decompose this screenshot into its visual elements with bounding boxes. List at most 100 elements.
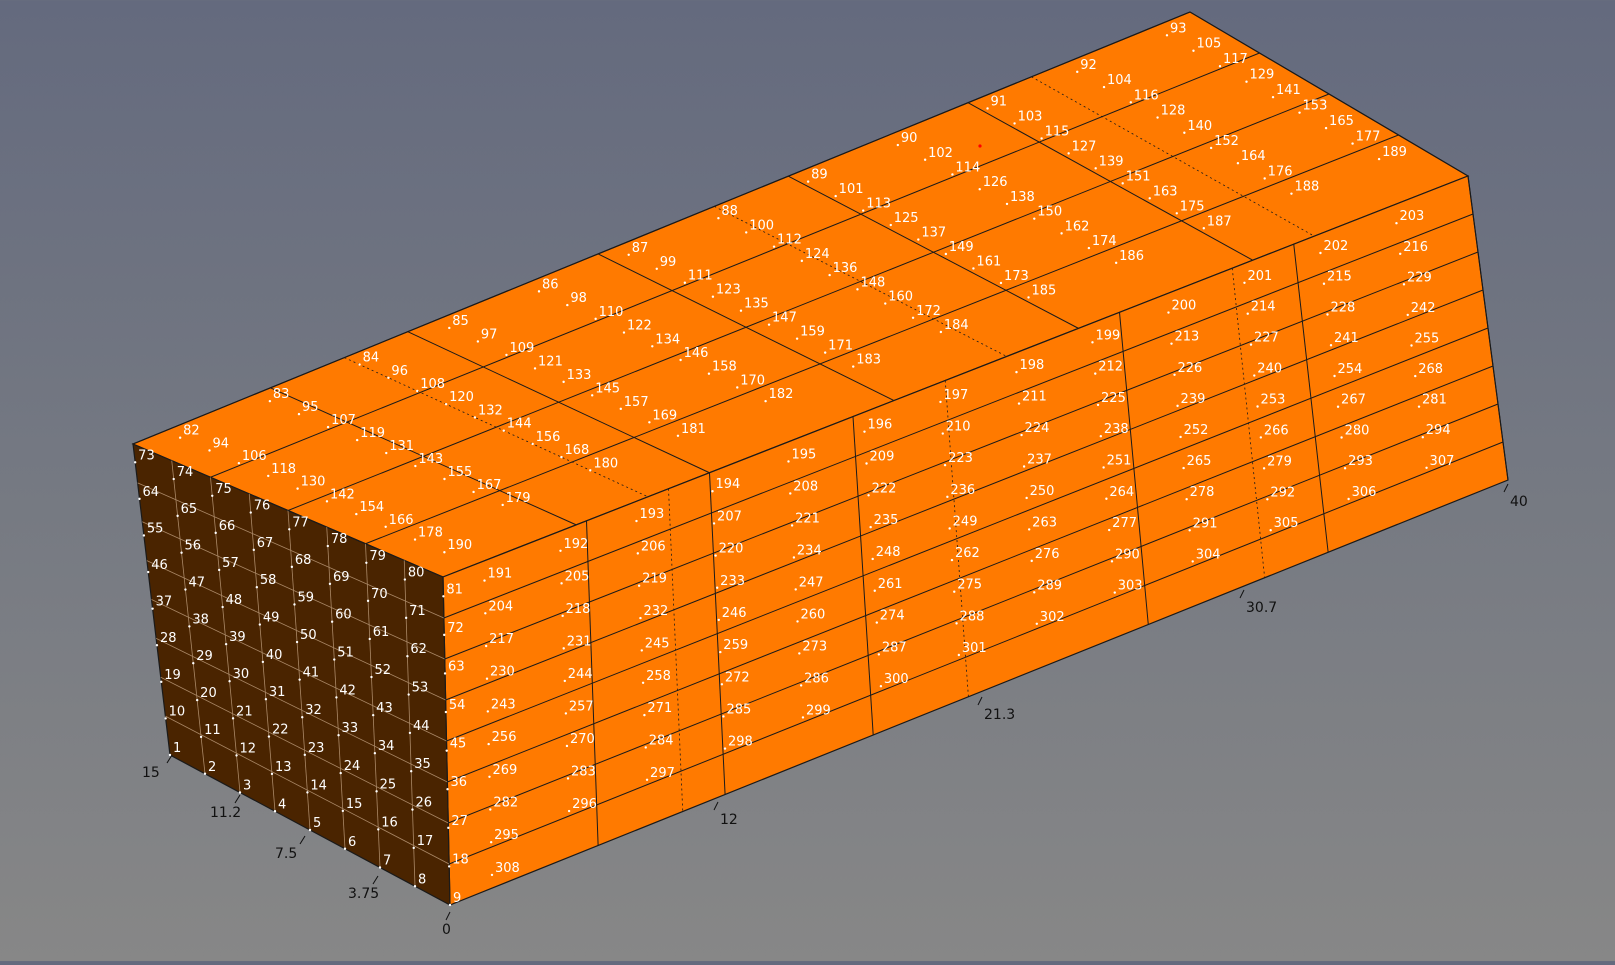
node-label: 119: [360, 426, 385, 441]
node-label: 156: [536, 430, 561, 445]
mesh-node: [1102, 466, 1105, 469]
mesh-node: [447, 826, 450, 830]
node-label: 39: [229, 630, 246, 645]
mesh-node: [1243, 281, 1246, 284]
node-label: 259: [723, 638, 748, 653]
node-label: 154: [359, 500, 384, 515]
node-label: 207: [717, 509, 742, 524]
node-label: 170: [740, 373, 765, 388]
mesh-node: [1091, 341, 1094, 344]
node-label: 196: [867, 418, 892, 433]
mesh-node: [483, 579, 486, 582]
node-label: 125: [894, 211, 919, 226]
node-label: 236: [950, 483, 975, 498]
node-label: 212: [1098, 360, 1123, 375]
mesh-node: [298, 678, 301, 681]
node-label: 244: [568, 667, 593, 682]
mesh-node: [1343, 467, 1347, 470]
node-label: 66: [219, 519, 236, 534]
node-label: 185: [1032, 283, 1057, 298]
node-label: 253: [1261, 392, 1286, 407]
mesh-node: [414, 464, 417, 468]
axis-tick-label: 30.7: [1246, 600, 1277, 616]
node-label: 267: [1341, 393, 1366, 408]
node-label: 21: [236, 704, 253, 719]
node-label: 181: [681, 422, 706, 437]
mesh-node: [787, 460, 790, 463]
mesh-node: [355, 512, 358, 516]
mesh-node: [377, 828, 380, 831]
3d-viewport[interactable]: 0 12 21.3 30.7 40 3.75 7.5 11.2 15 1 2 3 4 5 6 7 8 9 10 11…: [0, 0, 1615, 961]
mesh-node: [823, 351, 827, 354]
node-label: 287: [882, 640, 907, 655]
node-label: 171: [828, 339, 853, 354]
node-label: 298: [728, 735, 753, 750]
mesh-node: [341, 809, 345, 813]
node-label: 96: [391, 364, 408, 379]
mesh-node: [476, 340, 480, 343]
node-label: 11: [204, 723, 221, 738]
mesh-node: [1099, 434, 1103, 438]
node-label: 198: [1019, 358, 1044, 373]
node-label: 159: [800, 325, 825, 340]
node-label: 92: [1080, 58, 1097, 73]
node-label: 245: [645, 636, 670, 651]
mesh-node: [1425, 466, 1428, 469]
node-label: 247: [799, 575, 824, 590]
mesh-node: [1035, 622, 1039, 626]
node-label: 155: [447, 465, 472, 480]
mesh-node: [293, 603, 296, 606]
node-label: 141: [1276, 83, 1301, 98]
node-label: 256: [492, 730, 517, 745]
mesh-node: [371, 713, 375, 717]
node-label: 1: [173, 741, 181, 756]
mesh-node: [594, 317, 597, 321]
node-label: 106: [242, 449, 267, 464]
node-label: 25: [380, 777, 397, 792]
mesh-node: [306, 791, 309, 794]
node-label: 42: [339, 683, 356, 698]
axis-tick: [299, 835, 306, 845]
node-label: 225: [1101, 391, 1126, 406]
mesh-node: [325, 500, 329, 503]
node-label: 65: [181, 502, 198, 517]
mesh-node: [335, 696, 338, 699]
mesh-node: [1113, 591, 1116, 594]
node-label: 6: [348, 835, 356, 850]
mesh-scene[interactable]: 01221.330.7403.757.511.215 1234567891011…: [0, 0, 1615, 961]
node-label: 249: [953, 514, 978, 529]
mesh-node: [1110, 560, 1114, 563]
mesh-node: [1067, 152, 1070, 155]
node-label: 29: [196, 649, 213, 664]
node-label: 200: [1171, 299, 1196, 314]
mesh-node: [1326, 313, 1329, 316]
node-label: 83: [273, 387, 290, 402]
node-label: 37: [156, 595, 173, 610]
node-label: 149: [949, 240, 974, 255]
node-label: 135: [744, 297, 769, 312]
node-label: 105: [1196, 37, 1221, 52]
mesh-node: [648, 421, 651, 424]
node-label: 8: [418, 872, 426, 887]
mesh-node: [370, 675, 373, 679]
node-label: 172: [916, 304, 941, 319]
axis-tick-label: 40: [1510, 494, 1528, 510]
mesh-node: [1269, 529, 1272, 532]
node-label: 153: [1303, 99, 1328, 114]
mesh-node: [1263, 177, 1266, 180]
node-label: 274: [880, 609, 905, 624]
node-label: 110: [599, 305, 624, 320]
node-label: 88: [721, 204, 738, 219]
mesh-node: [635, 519, 638, 523]
node-label: 4: [278, 797, 286, 812]
node-label: 279: [1267, 454, 1292, 469]
mesh-node: [1121, 182, 1124, 185]
mesh-node: [619, 407, 622, 411]
node-label: 54: [449, 698, 466, 713]
mesh-node: [1259, 436, 1263, 439]
mesh-node: [950, 558, 954, 562]
node-label: 237: [1027, 453, 1052, 468]
mesh-node: [1271, 95, 1275, 99]
axis-tick-label: 12: [720, 812, 738, 828]
node-label: 128: [1161, 104, 1186, 119]
